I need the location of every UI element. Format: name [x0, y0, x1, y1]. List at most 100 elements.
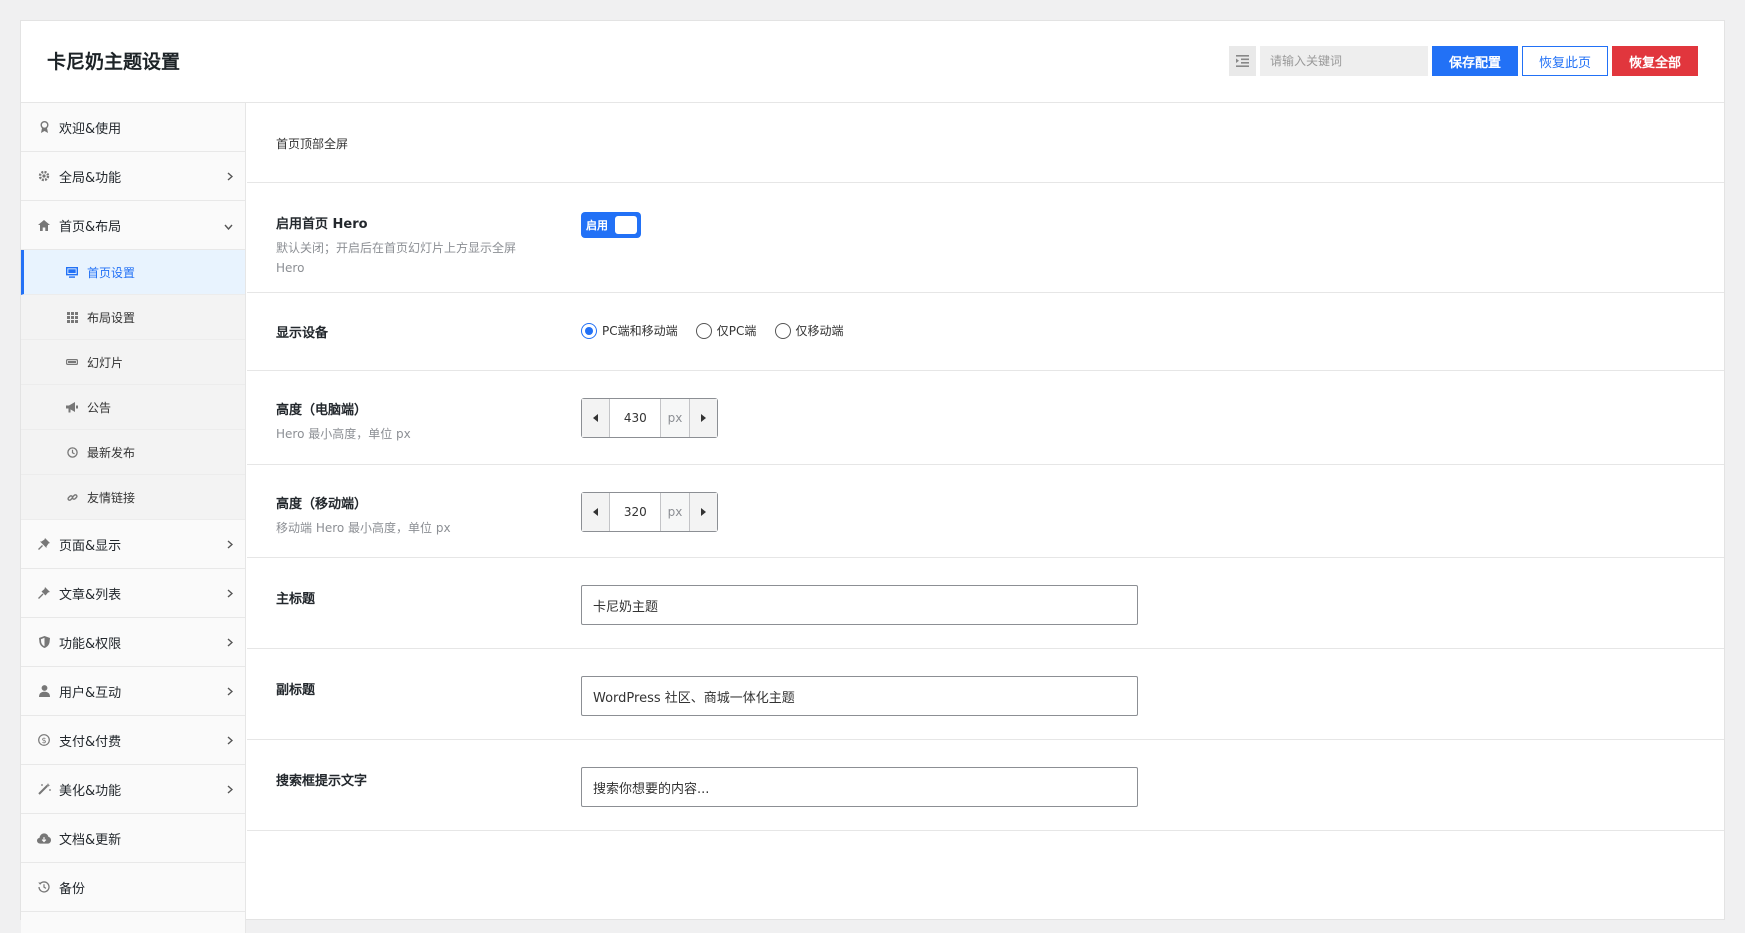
sidebar-item-beautify[interactable]: 美化&功能 — [21, 765, 245, 814]
sidebar: 欢迎&使用 全局&功能 首页&布局 首页设置 布局设置 幻灯片 公告 最新发布 … — [21, 103, 246, 933]
caret-right-icon — [700, 508, 706, 516]
chevron-right-icon — [227, 734, 234, 749]
caret-left-icon — [593, 414, 599, 422]
setting-row-height-mobile: 高度（移动端） 移动端 Hero 最小高度，单位 px px — [247, 465, 1724, 558]
setting-label: 副标题 — [276, 679, 546, 698]
cloud-download-icon — [37, 831, 51, 845]
height-pc-input[interactable] — [610, 399, 661, 437]
toggle-label: 启用 — [586, 219, 608, 232]
setting-title: 启用首页 Hero — [276, 217, 368, 232]
setting-title: 副标题 — [276, 683, 316, 698]
setting-description: 默认关闭；开启后在首页幻灯片上方显示全屏 Hero — [276, 241, 517, 275]
sidebar-item-label: 用户&互动 — [59, 685, 122, 701]
sidebar-subitem-label: 公告 — [87, 400, 112, 415]
increment-button[interactable] — [688, 399, 717, 437]
setting-title: 高度（电脑端） — [276, 403, 368, 418]
setting-label: 主标题 — [276, 588, 546, 607]
sidebar-item-label: 首页&布局 — [59, 219, 122, 235]
radio-pc-mobile[interactable]: PC端和移动端 — [581, 322, 678, 339]
setting-label: 高度（移动端） 移动端 Hero 最小高度，单位 px — [276, 493, 546, 538]
setting-row-hero: 启用首页 Hero 默认关闭；开启后在首页幻灯片上方显示全屏 Hero 启用 — [247, 183, 1724, 293]
award-icon — [37, 120, 51, 134]
sidebar-item-docs-update[interactable]: 文档&更新 — [21, 814, 245, 863]
sidebar-item-label: 功能&权限 — [59, 636, 122, 652]
shield-icon — [37, 635, 51, 649]
sidebar-subitem-layout[interactable]: 布局设置 — [21, 295, 245, 340]
bullhorn-icon — [65, 400, 79, 414]
panel-header: 卡尼奶主题设置 保存配置 恢复此页 恢复全部 — [21, 21, 1724, 103]
unit-label: px — [660, 399, 689, 437]
sidebar-item-backup[interactable]: 备份 — [21, 863, 245, 912]
thumbtack-icon — [37, 537, 51, 551]
radio-pc-only[interactable]: 仅PC端 — [695, 322, 757, 339]
link-icon — [65, 490, 79, 504]
chevron-right-icon — [227, 783, 234, 798]
sidebar-item-global[interactable]: 全局&功能 — [21, 152, 245, 201]
slider-icon — [65, 355, 79, 369]
sidebar-subitem-links[interactable]: 友情链接 — [21, 475, 245, 520]
sidebar-item-user-interaction[interactable]: 用户&互动 — [21, 667, 245, 716]
radio-dot — [695, 322, 712, 339]
setting-row-height-pc: 高度（电脑端） Hero 最小高度，单位 px px — [247, 371, 1724, 465]
clock-icon — [65, 445, 79, 459]
sidebar-subitem-label: 最新发布 — [87, 445, 136, 460]
settings-panel: 卡尼奶主题设置 保存配置 恢复此页 恢复全部 欢迎&使用 全局&功能 首页&布局 — [20, 20, 1725, 933]
chevron-right-icon — [227, 170, 234, 185]
radio-dot — [581, 322, 597, 339]
sidebar-item-welcome[interactable]: 欢迎&使用 — [21, 103, 245, 152]
radio-label: PC端和移动端 — [602, 324, 678, 338]
height-mobile-stepper: px — [581, 492, 718, 532]
setting-control: px — [581, 492, 718, 532]
restore-page-button[interactable]: 恢复此页 — [1521, 46, 1608, 76]
setting-title: 搜索框提示文字 — [276, 774, 368, 789]
sidebar-item-label: 备份 — [59, 881, 86, 897]
setting-label: 显示设备 — [276, 322, 546, 341]
height-mobile-input[interactable] — [610, 493, 661, 531]
radio-mobile-only[interactable]: 仅移动端 — [774, 322, 844, 339]
sidebar-item-page-display[interactable]: 页面&显示 — [21, 520, 245, 569]
sub-title-input[interactable] — [581, 676, 1138, 716]
main-title-input[interactable] — [581, 585, 1138, 625]
chevron-down-icon — [224, 219, 233, 234]
sidebar-item-payment[interactable]: $ 支付&付费 — [21, 716, 245, 765]
sidebar-item-label: 页面&显示 — [59, 538, 122, 554]
section-title: 首页顶部全屏 — [247, 103, 1724, 183]
setting-label: 搜索框提示文字 — [276, 770, 546, 789]
setting-row-main-title: 主标题 — [247, 558, 1724, 649]
sidebar-subitem-label: 幻灯片 — [87, 355, 124, 370]
sidebar-item-article-list[interactable]: 文章&列表 — [21, 569, 245, 618]
search-hint-input[interactable] — [581, 767, 1138, 807]
setting-row-search-hint: 搜索框提示文字 — [247, 740, 1724, 831]
sidebar-subitem-slider[interactable]: 幻灯片 — [21, 340, 245, 385]
sidebar-subitem-home-settings[interactable]: 首页设置 — [21, 250, 245, 295]
sidebar-subitem-label: 首页设置 — [87, 265, 136, 280]
decrement-button[interactable] — [582, 399, 611, 437]
setting-label: 启用首页 Hero 默认关闭；开启后在首页幻灯片上方显示全屏 Hero — [276, 213, 546, 278]
decrement-button[interactable] — [582, 493, 611, 531]
expand-all-button[interactable] — [1228, 46, 1256, 76]
sidebar-subitem-label: 友情链接 — [87, 490, 136, 505]
save-button[interactable]: 保存配置 — [1431, 46, 1518, 76]
sidebar-item-label: 文档&更新 — [59, 832, 122, 848]
restore-all-button[interactable]: 恢复全部 — [1611, 46, 1698, 76]
setting-row-devices: 显示设备 PC端和移动端 仅PC端 仅移动端 — [247, 293, 1724, 371]
toggle-knob — [615, 216, 637, 234]
grid-icon — [65, 310, 79, 324]
radio-label: 仅PC端 — [716, 324, 757, 338]
sidebar-subitem-latest[interactable]: 最新发布 — [21, 430, 245, 475]
setting-title: 显示设备 — [276, 326, 329, 341]
setting-description: Hero 最小高度，单位 px — [276, 427, 411, 441]
hero-enable-toggle[interactable]: 启用 — [581, 212, 641, 238]
sidebar-item-label: 全局&功能 — [59, 170, 122, 186]
user-icon — [37, 684, 51, 698]
setting-title: 高度（移动端） — [276, 497, 368, 512]
setting-control — [581, 767, 1138, 807]
sidebar-item-label: 文章&列表 — [59, 587, 122, 603]
main-content: 首页顶部全屏 启用首页 Hero 默认关闭；开启后在首页幻灯片上方显示全屏 He… — [247, 103, 1724, 831]
gear-icon — [37, 169, 51, 183]
sidebar-item-home-layout[interactable]: 首页&布局 — [21, 201, 245, 250]
search-input[interactable] — [1259, 46, 1428, 76]
sidebar-item-permissions[interactable]: 功能&权限 — [21, 618, 245, 667]
sidebar-subitem-announcement[interactable]: 公告 — [21, 385, 245, 430]
increment-button[interactable] — [688, 493, 717, 531]
